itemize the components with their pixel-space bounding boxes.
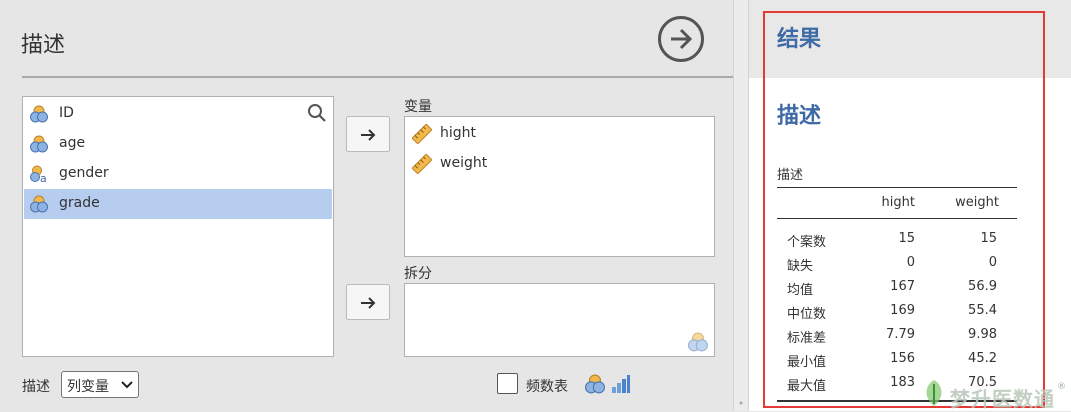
analysis-title: 描述 <box>21 33 66 58</box>
describe-mode-select[interactable]: 列变量 <box>61 371 139 398</box>
watermark: 梦升医数通 ® <box>920 376 1070 411</box>
search-icon[interactable] <box>307 103 327 123</box>
arrow-right-icon <box>361 129 376 141</box>
target-item-hight[interactable]: hight <box>411 119 711 149</box>
variable-item-gender[interactable]: a gender <box>24 159 332 189</box>
target-label: hight <box>440 125 477 141</box>
variable-label: ID <box>59 105 74 121</box>
results-highlight-frame <box>763 11 1045 408</box>
nominal-text-variable-icon: a <box>30 165 47 183</box>
variable-item-grade[interactable]: grade <box>24 189 332 219</box>
arrow-right-icon <box>671 28 693 50</box>
variable-item-id[interactable]: ID <box>24 99 332 129</box>
describe-mode-value: 列变量 <box>67 379 109 395</box>
split-box-label: 拆分 <box>404 266 432 282</box>
target-label: weight <box>440 155 488 171</box>
variable-label: grade <box>59 195 100 211</box>
ruler-icon <box>412 154 432 174</box>
svg-text:a: a <box>40 172 47 183</box>
nominal-variable-icon <box>688 332 708 352</box>
frequency-table-checkbox[interactable] <box>497 373 518 394</box>
run-arrow-button[interactable] <box>658 16 704 62</box>
splitter-grip-icon <box>739 401 743 405</box>
watermark-registered-mark: ® <box>1057 382 1066 392</box>
move-to-variables-button[interactable] <box>346 116 390 152</box>
analysis-options-panel: 描述 ID age a gender grade 变量 hight weight… <box>0 0 733 411</box>
variables-target-list[interactable]: hight weight <box>404 116 715 257</box>
variable-item-age[interactable]: age <box>24 129 332 159</box>
nominal-variable-icon <box>30 135 48 153</box>
variable-list[interactable]: ID age a gender grade <box>22 96 334 357</box>
watermark-text: 梦升医数通 <box>950 387 1055 411</box>
ruler-icon <box>412 124 432 144</box>
variables-box-label: 变量 <box>404 99 432 115</box>
arrow-right-icon <box>361 297 376 309</box>
frequency-table-label: 频数表 <box>526 379 568 395</box>
bar-chart-icon <box>612 375 630 393</box>
nominal-variable-icon <box>30 195 48 213</box>
chevron-down-icon <box>121 381 133 389</box>
nominal-variable-icon <box>585 374 605 394</box>
describe-mode-label: 描述 <box>22 379 50 395</box>
panel-splitter[interactable] <box>733 0 749 411</box>
nominal-variable-icon <box>30 105 48 123</box>
split-target-list[interactable] <box>404 283 715 357</box>
target-item-weight[interactable]: weight <box>411 149 711 179</box>
header-separator <box>22 76 733 78</box>
variable-label: age <box>59 135 86 151</box>
move-to-split-button[interactable] <box>346 284 390 320</box>
variable-label: gender <box>59 165 109 181</box>
leaf-logo-icon <box>926 380 942 406</box>
